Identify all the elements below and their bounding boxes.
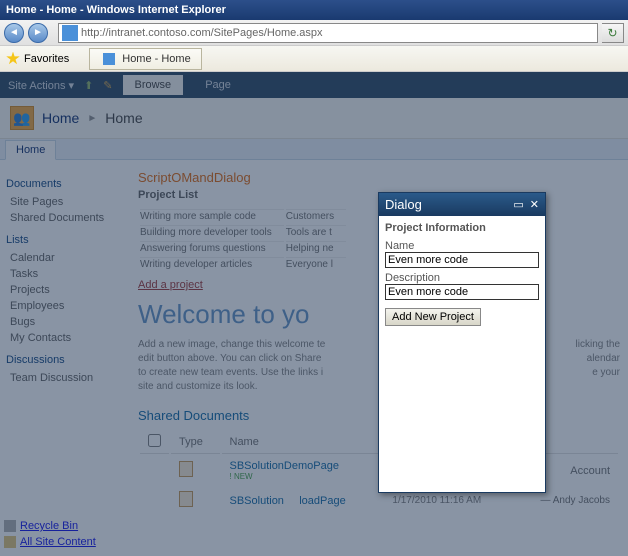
favorites-star-icon[interactable] <box>6 52 20 66</box>
dialog: Dialog ▭ ✕ Project Information Name Desc… <box>378 192 546 493</box>
tab-icon <box>103 53 115 65</box>
add-new-project-button[interactable]: Add New Project <box>385 308 481 326</box>
description-input[interactable] <box>385 284 539 300</box>
dialog-titlebar[interactable]: Dialog ▭ ✕ <box>379 193 545 216</box>
browser-tab[interactable]: Home - Home <box>89 48 201 70</box>
dialog-close-icon[interactable]: ✕ <box>530 198 539 211</box>
page-icon <box>62 25 78 41</box>
dialog-maximize-icon[interactable]: ▭ <box>513 198 523 211</box>
dialog-section-heading: Project Information <box>385 222 539 234</box>
refresh-button[interactable]: ↻ <box>602 23 624 43</box>
back-button[interactable]: ◄ <box>4 23 24 43</box>
dialog-body: Project Information Name Description Add… <box>379 216 545 492</box>
tab-label: Home - Home <box>122 53 190 65</box>
name-label: Name <box>385 240 539 252</box>
browser-toolbar: ◄ ► ↻ <box>0 20 628 46</box>
favorites-bar: Favorites Home - Home <box>0 46 628 72</box>
forward-button[interactable]: ► <box>28 23 48 43</box>
window-titlebar: Home - Home - Windows Internet Explorer <box>0 0 628 20</box>
dialog-title: Dialog <box>385 197 507 212</box>
url-input[interactable] <box>81 27 597 39</box>
description-label: Description <box>385 272 539 284</box>
favorites-label[interactable]: Favorites <box>24 53 69 65</box>
address-bar[interactable] <box>58 23 598 43</box>
name-input[interactable] <box>385 252 539 268</box>
window-title: Home - Home - Windows Internet Explorer <box>6 4 226 16</box>
